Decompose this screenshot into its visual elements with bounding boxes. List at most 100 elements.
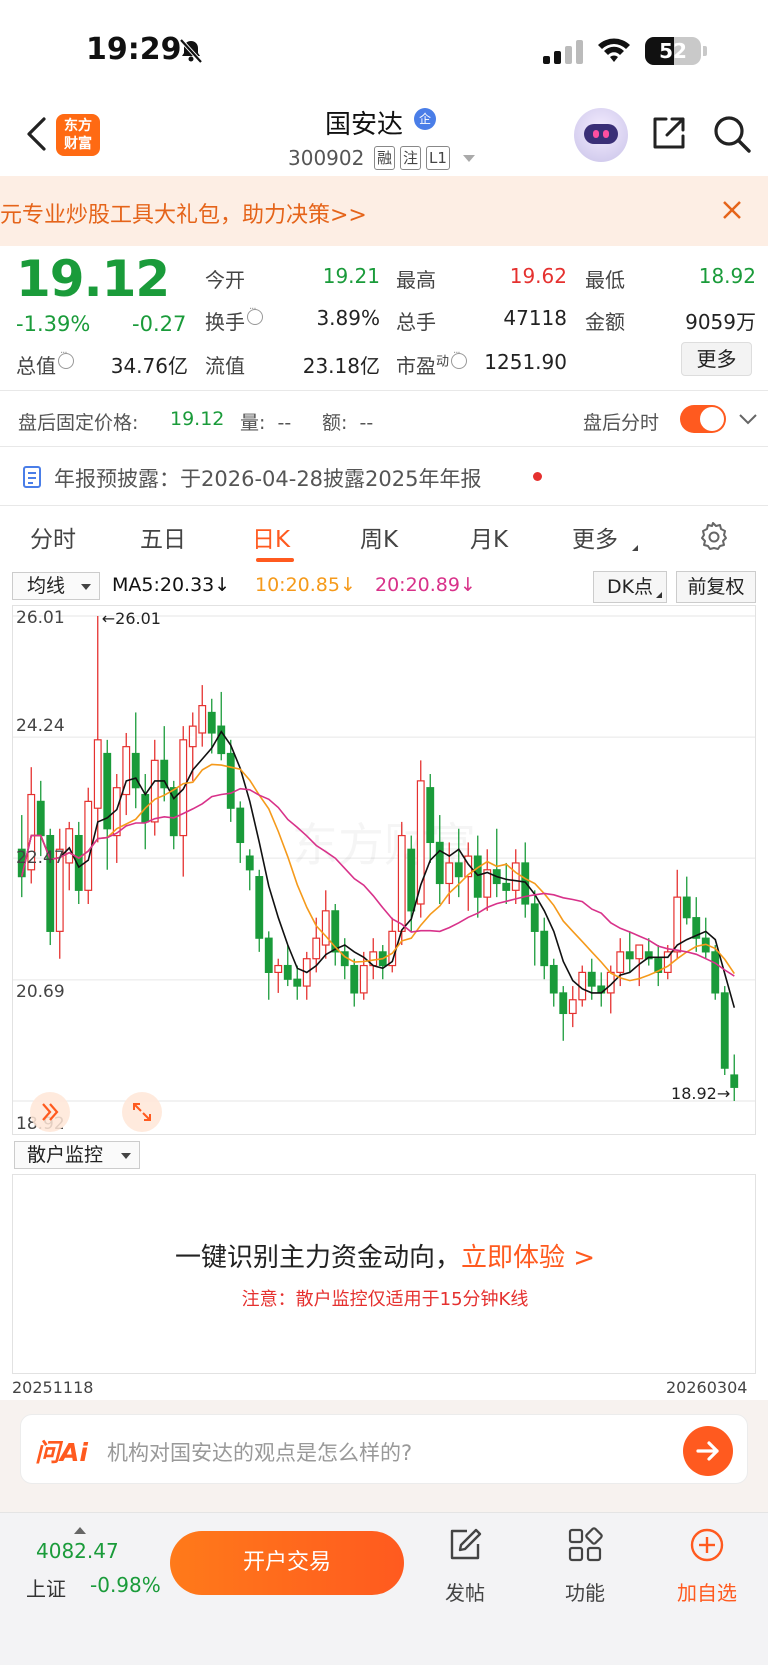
wifi-icon — [598, 38, 630, 62]
enterprise-badge: 企 — [414, 108, 436, 130]
tag-level1: L1 — [426, 146, 450, 170]
candle-body — [93, 739, 102, 809]
grid-icon — [568, 1527, 603, 1562]
pe-sup: 动 — [436, 354, 450, 370]
after-hours-toggle-label: 盘后分时 — [583, 412, 660, 434]
max-price-label: ←26.01 — [102, 609, 161, 628]
chart-scroll-left-button[interactable] — [30, 1092, 70, 1132]
chevron-down-icon[interactable] — [738, 412, 758, 426]
tab-active-indicator — [256, 558, 294, 562]
chart-fullscreen-button[interactable] — [122, 1092, 162, 1132]
divider — [0, 446, 768, 447]
y-tick-label: 26.01 — [16, 608, 65, 628]
candle-body — [587, 971, 596, 987]
tag-margin: 融 — [374, 146, 396, 170]
forward-adjust-button[interactable]: 前复权 — [676, 571, 756, 603]
more-quote-button[interactable]: 更多 — [681, 342, 752, 376]
candle-body — [435, 841, 444, 885]
pe-label: 市盈动 — [396, 348, 468, 379]
ask-ai-input[interactable]: 问Ai 机构对国安达的观点是怎么样的? — [20, 1414, 748, 1484]
candle-body — [445, 862, 454, 885]
after-hours-toggle[interactable] — [680, 405, 726, 433]
candle-body — [407, 848, 416, 912]
mktcap-value: 34.76亿 — [110, 354, 188, 378]
stock-code: 300902 — [288, 146, 365, 170]
chevron-down-icon[interactable] — [463, 155, 475, 162]
info-icon[interactable] — [58, 348, 74, 369]
share-icon[interactable] — [650, 114, 688, 152]
index-name[interactable]: 上证 — [26, 1573, 66, 1602]
y-tick-label: 24.24 — [16, 716, 65, 736]
after-hours-price: 19.12 — [170, 408, 225, 430]
candle-body — [264, 937, 273, 973]
app-logo-line2: 财富 — [64, 136, 92, 152]
stock-name: 国安达 — [325, 110, 404, 140]
candle-body — [198, 705, 207, 734]
candle-body — [150, 759, 159, 823]
promo-banner[interactable]: 元专业炒股工具大礼包，助力决策>> — [0, 176, 768, 246]
retail-monitor-panel[interactable]: 一键识别主力资金动向，立即体验 > 注意：散户监控仅适用于15分钟K线 — [12, 1174, 756, 1374]
tab-weekly-k[interactable]: 周K — [360, 520, 398, 554]
app-logo[interactable]: 东方 财富 — [56, 114, 100, 156]
candle-body — [293, 978, 302, 987]
candle-body — [540, 930, 549, 967]
high-value: 19.62 — [509, 264, 567, 288]
float-label: 流值 — [205, 354, 245, 378]
edit-icon — [450, 1528, 482, 1560]
ma20-value: 20:20.89↓ — [375, 574, 476, 596]
candle-body — [511, 862, 520, 891]
candle-body — [635, 944, 644, 960]
candle-body — [245, 855, 254, 871]
info-icon[interactable] — [451, 348, 468, 369]
candle-body — [274, 964, 283, 973]
tab-monthly-k[interactable]: 月K — [470, 520, 508, 554]
ma5-value: MA5:20.33↓ — [112, 574, 231, 596]
info-icon[interactable] — [247, 304, 263, 325]
candle-body — [188, 725, 197, 748]
index-change[interactable]: -0.98% — [90, 1573, 161, 1597]
index-value[interactable]: 4082.47 — [36, 1539, 119, 1563]
turnover-label: 换手 — [205, 304, 263, 335]
pe-value: 1251.90 — [484, 350, 567, 374]
index-expand-icon[interactable] — [74, 1527, 86, 1534]
tab-daily-k[interactable]: 日K — [252, 520, 290, 554]
ask-ai-placeholder[interactable]: 机构对国安达的观点是怎么样的? — [107, 1437, 412, 1467]
monitor-headline[interactable]: 一键识别主力资金动向，立即体验 > — [13, 1237, 757, 1274]
tab-intraday[interactable]: 分时 — [30, 520, 76, 554]
report-icon — [23, 466, 41, 488]
divider — [0, 390, 768, 391]
candle-body — [426, 787, 435, 844]
amount-label: 金额 — [585, 310, 625, 334]
promo-text[interactable]: 元专业炒股工具大礼包，助力决策>> — [0, 197, 367, 229]
ma10-value: 10:20.85↓ — [255, 574, 356, 596]
ask-ai-logo: 问Ai — [35, 1438, 88, 1467]
battery-indicator: 52 — [645, 37, 701, 65]
low-value: 18.92 — [698, 264, 756, 288]
dk-point-button[interactable]: DK点 — [593, 571, 667, 603]
arrow-right-icon — [696, 1441, 719, 1461]
ai-assistant-avatar[interactable] — [574, 108, 628, 162]
ask-ai-submit-button[interactable] — [683, 1426, 733, 1476]
tab-more[interactable]: 更多 — [572, 520, 618, 554]
annual-report-notice[interactable]: 年报预披露：于2026-04-28披露2025年年报 — [54, 463, 481, 493]
mktcap-label: 总值 — [16, 348, 74, 379]
candle-body — [711, 951, 720, 994]
low-label: 最低 — [585, 268, 625, 292]
close-icon[interactable] — [720, 198, 744, 222]
bell-muted-icon — [179, 38, 203, 64]
indicator-select[interactable]: 均线 — [12, 572, 100, 600]
ma10-line — [21, 763, 735, 982]
candle-body — [283, 964, 292, 980]
kline-chart[interactable]: 东方财富 ←26.01 18.92→ — [12, 605, 756, 1135]
kline-svg[interactable]: 东方财富←26.0118.92→ — [13, 606, 755, 1134]
tab-five-day[interactable]: 五日 — [140, 520, 186, 554]
search-icon[interactable] — [712, 114, 752, 154]
y-tick-label: 22.47 — [16, 848, 65, 868]
gear-icon[interactable] — [697, 520, 729, 552]
try-now-link[interactable]: 立即体验 > — [461, 1243, 595, 1273]
retail-monitor-select[interactable]: 散户监控 — [14, 1141, 140, 1169]
change-amount: -0.27 — [132, 312, 187, 336]
back-chevron-icon[interactable] — [24, 116, 48, 152]
open-account-button[interactable]: 开户交易 — [170, 1531, 404, 1595]
amount-value: 9059万 — [685, 310, 756, 334]
